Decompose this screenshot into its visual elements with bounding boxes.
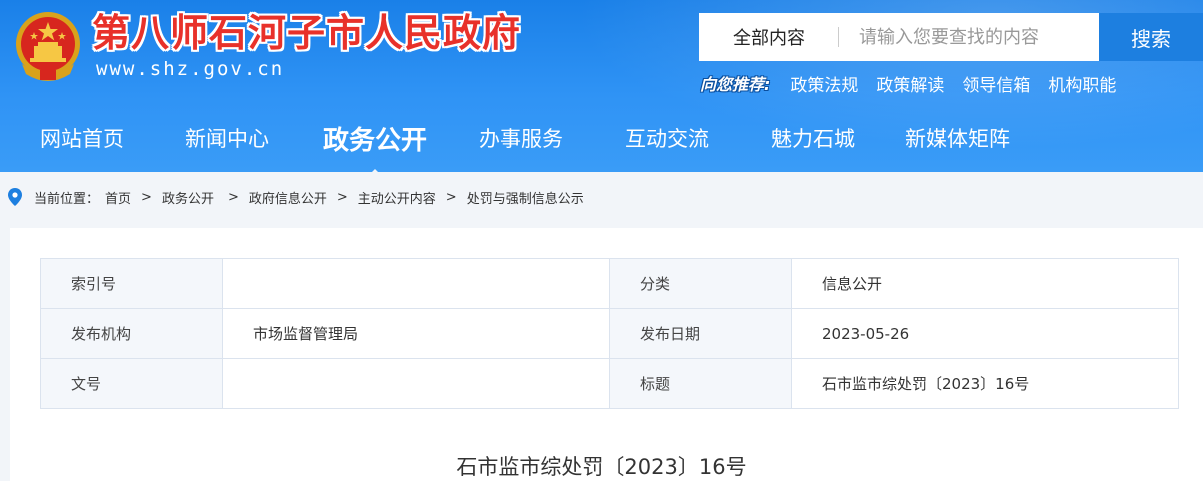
meta-key-index: 索引号: [40, 258, 223, 309]
breadcrumb-gov-affairs[interactable]: 政务公开: [162, 188, 214, 207]
nav-item-new-media[interactable]: 新媒体矩阵: [905, 123, 1010, 153]
search-input[interactable]: [839, 13, 1099, 61]
breadcrumb-active-content[interactable]: 主动公开内容: [358, 188, 436, 207]
meta-key-publish-date: 发布日期: [609, 308, 792, 359]
recommend-tag: 向您推荐:: [700, 75, 771, 94]
site-title[interactable]: 第八师石河子市人民政府: [92, 10, 521, 56]
meta-key-category: 分类: [609, 258, 792, 309]
recommend-link-functions[interactable]: 机构职能: [1048, 71, 1116, 96]
meta-key-publisher: 发布机构: [40, 308, 223, 359]
breadcrumb-separator: >: [445, 189, 457, 205]
meta-key-title: 标题: [609, 358, 792, 409]
site-header: 第八师石河子市人民政府 www.shz.gov.cn 全部内容 搜索 向您推荐:…: [0, 0, 1203, 172]
nav-item-gov-affairs[interactable]: 政务公开: [323, 120, 427, 172]
search-scope-select[interactable]: 全部内容: [699, 13, 839, 61]
meta-value-index: [222, 258, 610, 309]
site-url: www.shz.gov.cn: [96, 58, 285, 80]
meta-key-doc-number: 文号: [40, 358, 223, 409]
table-row: 索引号 分类 信息公开: [40, 258, 1179, 309]
national-emblem-icon[interactable]: [10, 8, 86, 84]
search-bar: 全部内容 搜索: [699, 13, 1203, 61]
table-row: 文号 标题 石市监市综处罚〔2023〕16号: [40, 358, 1179, 409]
document-meta-table: 索引号 分类 信息公开 发布机构 市场监督管理局 发布日期 2023-05-26…: [40, 258, 1179, 409]
breadcrumb-separator: >: [141, 189, 152, 205]
nav-item-news[interactable]: 新闻中心: [185, 123, 269, 153]
breadcrumb-gov-info[interactable]: 政府信息公开: [249, 188, 327, 207]
search-button[interactable]: 搜索: [1099, 13, 1203, 61]
location-pin-icon: [8, 188, 22, 206]
meta-value-doc-number: [222, 358, 610, 409]
recommend-link-policy[interactable]: 政策法规: [790, 71, 858, 96]
breadcrumb-home[interactable]: 首页: [105, 188, 131, 207]
meta-value-publish-date: 2023-05-26: [791, 308, 1179, 359]
meta-value-category: 信息公开: [791, 258, 1179, 309]
meta-value-title: 石市监市综处罚〔2023〕16号: [791, 358, 1179, 409]
main-nav: 网站首页 新闻中心 政务公开 办事服务 互动交流 魅力石城 新媒体矩阵: [0, 112, 1010, 172]
breadcrumb-separator: >: [336, 189, 348, 205]
nav-item-charm-city[interactable]: 魅力石城: [771, 123, 855, 153]
breadcrumb-separator: >: [227, 189, 239, 205]
breadcrumb-penalty-info[interactable]: 处罚与强制信息公示: [467, 188, 584, 207]
meta-value-publisher: 市场监督管理局: [222, 308, 610, 359]
document-title: 石市监市综处罚〔2023〕16号: [456, 455, 747, 479]
nav-item-services[interactable]: 办事服务: [479, 123, 563, 153]
nav-item-home[interactable]: 网站首页: [40, 123, 124, 153]
breadcrumb: 当前位置： 首页 > 政务公开 > 政府信息公开 > 主动公开内容 > 处罚与强…: [8, 186, 584, 208]
recommend-link-mailbox[interactable]: 领导信箱: [962, 71, 1030, 96]
breadcrumb-label: 当前位置：: [34, 191, 100, 207]
table-row: 发布机构 市场监督管理局 发布日期 2023-05-26: [40, 308, 1179, 359]
recommend-link-interpretation[interactable]: 政策解读: [876, 71, 944, 96]
nav-item-interaction[interactable]: 互动交流: [625, 123, 709, 153]
recommend-bar: 向您推荐: 政策法规 政策解读 领导信箱 机构职能: [700, 70, 1134, 96]
